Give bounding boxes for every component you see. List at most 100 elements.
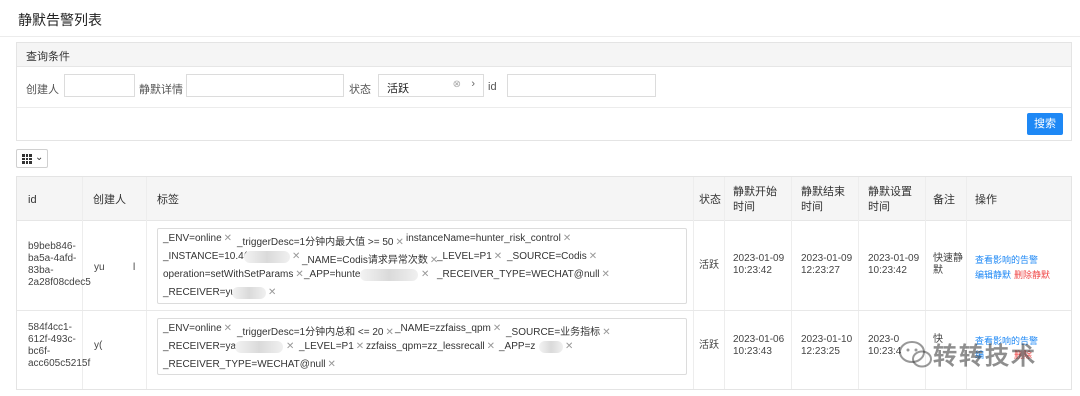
column-header-set: 静默设置时间 — [868, 186, 912, 213]
column-divider — [858, 177, 859, 389]
tags-box: _ENV=online ✕ _triggerDesc=1分钟内总和 <= 20 ✕ … — [157, 318, 687, 375]
row-id-line: bc6f- — [28, 346, 51, 357]
close-icon[interactable]: ✕ — [563, 341, 573, 352]
row-status: 活跃 — [699, 340, 719, 351]
column-divider — [693, 177, 694, 389]
tag-chip[interactable]: _SOURCE=Codis ✕ — [507, 251, 597, 262]
column-divider — [146, 177, 147, 389]
close-icon: ✕ — [295, 269, 304, 280]
tag-chip[interactable]: _RECEIVER_TYPE=WECHAT@null ✕ — [437, 269, 610, 280]
tag-chip[interactable]: _LEVEL=P1 ✕ — [299, 341, 364, 352]
tag-chip[interactable]: _APP=z — [499, 341, 535, 352]
row-id-line: acc605c5215f — [28, 358, 91, 369]
row-id-line: 83ba- — [28, 265, 54, 276]
id-label: id — [488, 81, 497, 93]
status-select[interactable]: 活跃 ⊗ › — [378, 74, 484, 97]
tag-chip[interactable]: instanceName=hunter_risk_control ✕ — [406, 233, 571, 244]
column-header-creator: 创建人 — [93, 194, 126, 206]
grid-icon — [22, 154, 32, 164]
query-panel: 查询条件 创建人 静默详情 状态 活跃 ⊗ › id 搜索 — [16, 42, 1072, 141]
tag-chip[interactable]: _RECEIVER_TYPE=WECHAT@null ✕ — [163, 359, 336, 370]
watermark: 转转技术 — [893, 330, 1063, 376]
column-header-note: 备注 — [933, 194, 955, 206]
row-start-time: 10:23:42 — [733, 265, 772, 276]
tag-chip[interactable]: _RECEIVER=yan — [163, 341, 242, 352]
search-button[interactable]: 搜索 — [1027, 113, 1063, 135]
column-header-status: 状态 — [699, 194, 721, 206]
id-input[interactable] — [507, 74, 656, 97]
close-icon: ✕ — [492, 323, 502, 334]
column-divider — [791, 177, 792, 389]
title-divider — [0, 36, 1080, 37]
close-icon: ✕ — [327, 359, 336, 370]
tag-chip[interactable]: _NAME=Codis请求异常次数 ✕ — [302, 251, 438, 266]
page-title: 静默告警列表 — [18, 12, 102, 28]
close-icon: ✕ — [385, 327, 394, 338]
redaction-mask — [360, 269, 418, 281]
row-start-time: 10:23:43 — [733, 346, 772, 357]
tag-chip[interactable]: zzfaiss_qpm=zz_lessrecall ✕ — [366, 341, 495, 352]
row-note-cont: 默 — [933, 265, 943, 276]
tag-chip[interactable]: _NAME=zzfaiss_qpm ✕ — [395, 323, 501, 334]
row-end-time: 12:23:27 — [801, 265, 840, 276]
close-icon[interactable]: ✕ — [290, 251, 300, 262]
row-end-time: 12:23:25 — [801, 346, 840, 357]
row-id-line: b9beb846- — [28, 241, 76, 252]
redaction-mask — [539, 341, 563, 353]
query-panel-title: 查询条件 — [26, 51, 70, 63]
tag-chip[interactable]: _RECEIVER=yu — [163, 287, 236, 298]
view-affected-alerts-link[interactable]: 查看影响的告警 — [975, 253, 1038, 266]
chevron-down-icon: ⌄ — [35, 152, 44, 163]
row-set-time: 10:23:42 — [868, 265, 907, 276]
row-status: 活跃 — [699, 260, 719, 271]
close-icon: ✕ — [562, 233, 572, 244]
row-note: 快速静 — [933, 253, 963, 264]
column-header-id: id — [28, 194, 37, 206]
chevron-right-icon: › — [471, 78, 475, 90]
close-icon[interactable]: ✕ — [419, 269, 429, 280]
table-header: id 创建人 标签 状态 静默开始时间 静默结束时间 静默设置时间 备注 操作 — [17, 177, 1071, 221]
close-icon: ✕ — [395, 237, 404, 248]
close-icon: ✕ — [486, 341, 496, 352]
row-id-line: ba5a-4afd- — [28, 253, 77, 264]
detail-input[interactable] — [186, 74, 344, 97]
delete-silence-link[interactable]: 删除静默 — [1014, 268, 1050, 281]
status-select-value: 活跃 — [387, 83, 409, 95]
tag-chip[interactable]: _SOURCE=业务指标 ✕ — [506, 323, 611, 338]
tag-chip[interactable]: _APP=hunte — [304, 269, 360, 280]
detail-label: 静默详情 — [139, 84, 183, 96]
tag-chip[interactable]: _ENV=online ✕ — [163, 323, 232, 334]
close-icon: ✕ — [601, 269, 610, 280]
query-panel-header: 查询条件 — [17, 43, 1071, 67]
column-header-actions: 操作 — [975, 194, 997, 206]
row-set-date: 2023-01-09 — [868, 253, 920, 264]
watermark-text: 转转技术 — [933, 343, 1037, 370]
column-settings-button[interactable]: ⌄ — [16, 149, 48, 168]
row-end-date: 2023-01-09 — [801, 253, 853, 264]
row-creator: y( — [94, 340, 103, 351]
close-icon: ✕ — [223, 233, 233, 244]
row-id-line: 584f4cc1- — [28, 322, 72, 333]
row-divider — [17, 310, 1071, 311]
tag-chip[interactable]: _INSTANCE=10.4( — [163, 251, 247, 262]
row-id-line: 612f-493c- — [28, 334, 76, 345]
close-icon[interactable]: ✕ — [284, 341, 294, 352]
column-header-tags: 标签 — [157, 194, 179, 206]
query-divider — [17, 107, 1071, 108]
tag-chip[interactable]: operation=setWithSetParams ✕ — [163, 269, 304, 280]
tags-box: _ENV=online ✕ _triggerDesc=1分钟内最大值 >= 50 ✕… — [157, 228, 687, 304]
row-start-date: 2023-01-09 — [733, 253, 785, 264]
close-icon: ✕ — [355, 341, 365, 352]
close-icon[interactable]: ✕ — [266, 287, 276, 298]
row-start-date: 2023-01-06 — [733, 334, 785, 345]
column-header-start: 静默开始时间 — [733, 186, 777, 213]
tag-chip[interactable]: _LEVEL=P1 ✕ — [437, 251, 502, 262]
tag-chip[interactable]: _triggerDesc=1分钟内最大值 >= 50 ✕ — [237, 233, 404, 248]
clear-icon[interactable]: ⊗ — [453, 79, 461, 90]
edit-silence-link[interactable]: 编辑静默 — [975, 268, 1011, 281]
tag-chip[interactable]: _ENV=online ✕ — [163, 233, 232, 244]
close-icon: ✕ — [493, 251, 503, 262]
creator-input[interactable] — [64, 74, 135, 97]
tag-chip[interactable]: _triggerDesc=1分钟内总和 <= 20 ✕ — [237, 323, 394, 338]
redaction-mask — [244, 251, 290, 263]
